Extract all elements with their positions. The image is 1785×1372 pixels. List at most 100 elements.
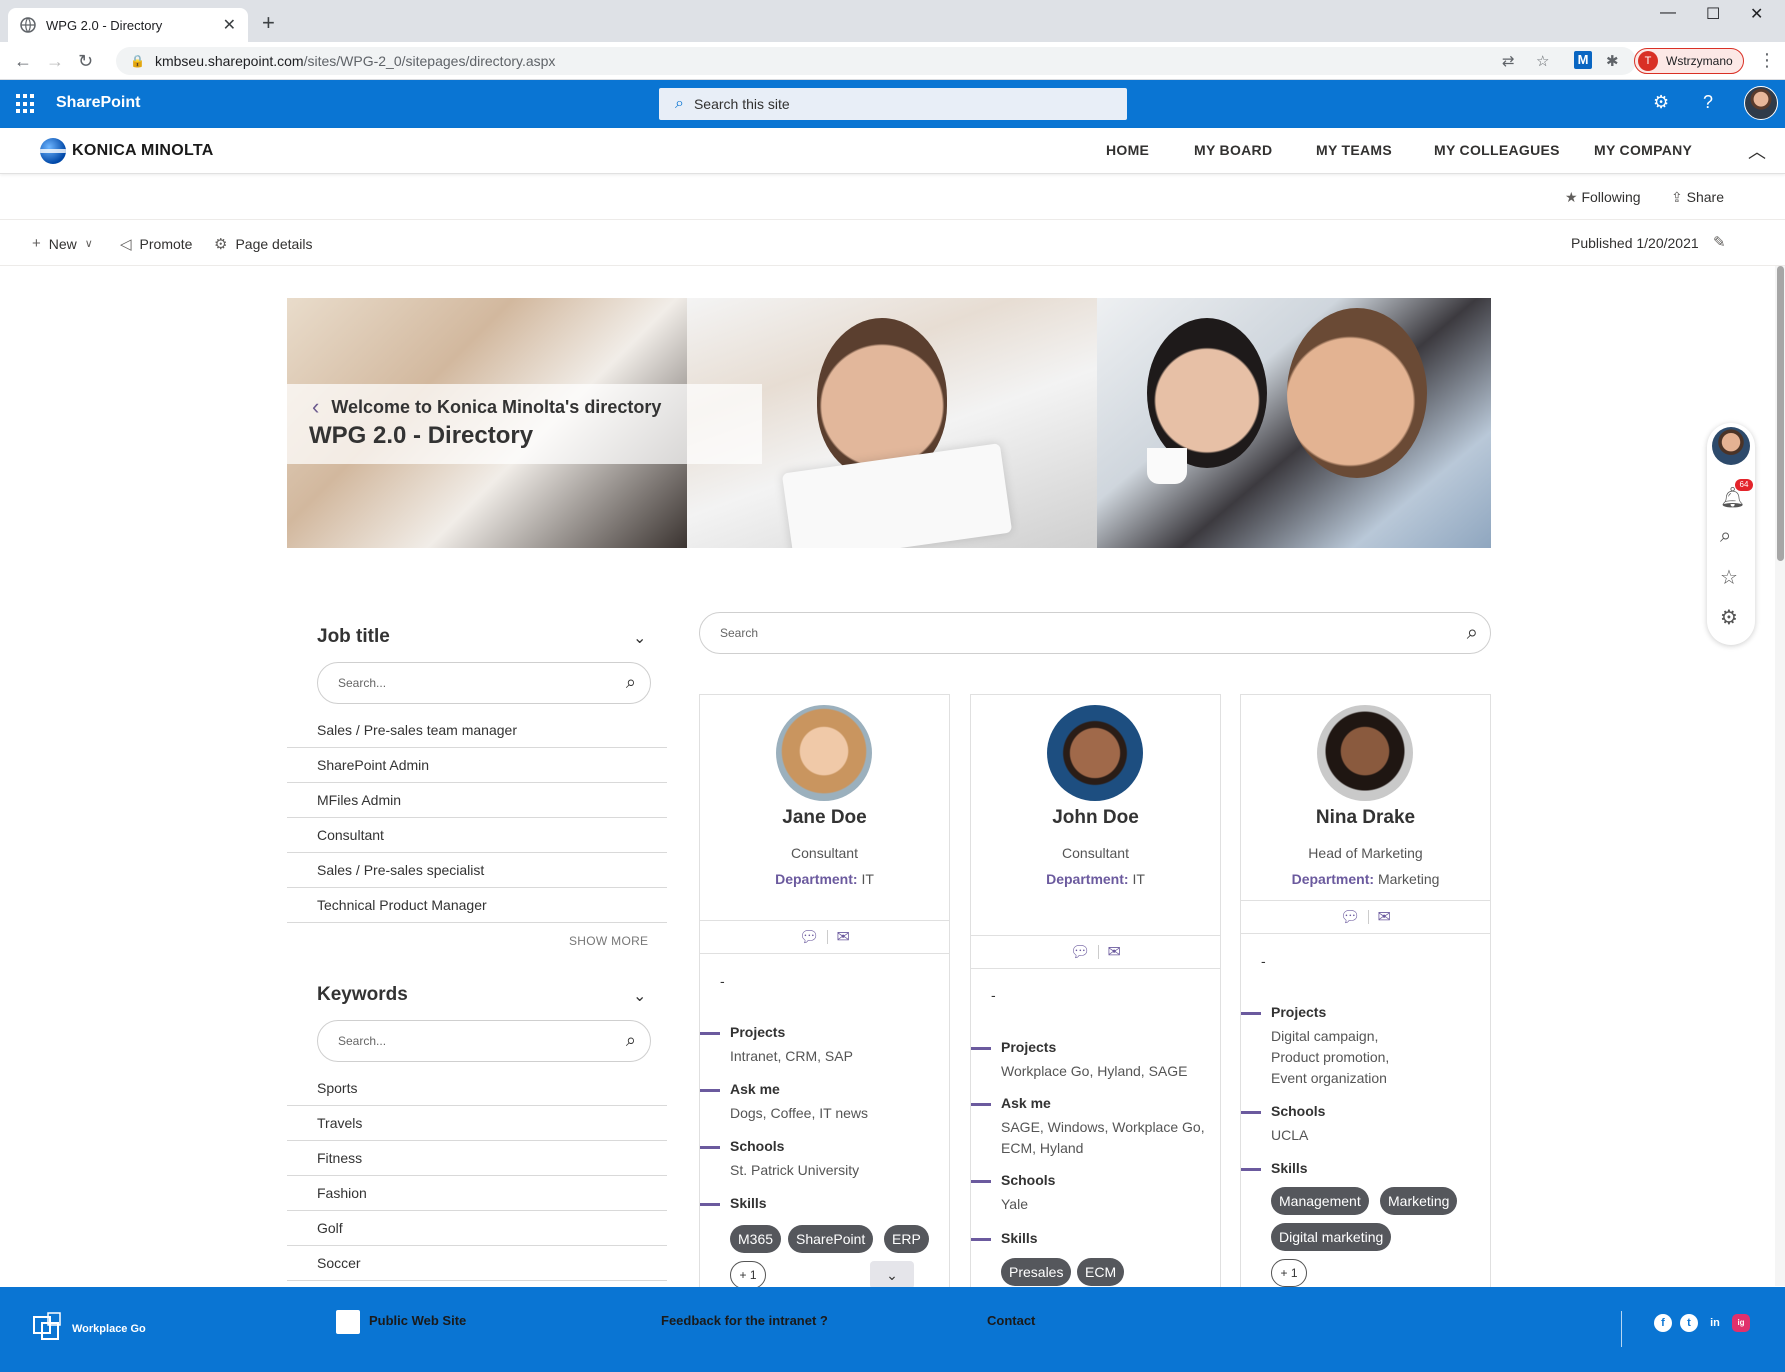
skill-chip[interactable]: ERP <box>884 1225 929 1253</box>
browser-profile-button[interactable]: T Wstrzymano <box>1634 48 1744 74</box>
chat-icon[interactable]: 💬︎ <box>799 927 819 947</box>
job-title-option[interactable]: SharePoint Admin <box>287 748 667 783</box>
gear-icon: ⚙ <box>214 236 228 253</box>
job-title-search-input[interactable]: Search... ⌕ <box>317 662 651 704</box>
skills-heading: Skills <box>700 1195 767 1211</box>
reload-icon[interactable]: ↻ <box>78 51 93 72</box>
forward-icon[interactable]: → <box>46 51 64 72</box>
twitter-icon[interactable]: t <box>1680 1314 1698 1332</box>
toolbar-search-icon[interactable]: ⌕ <box>1720 525 1731 548</box>
public-web-site-link[interactable]: Public Web Site <box>369 1313 466 1328</box>
job-title-option[interactable]: Sales / Pre-sales team manager <box>287 713 667 748</box>
settings-gear-icon[interactable]: ⚙ <box>1653 92 1669 113</box>
job-title-option[interactable]: Technical Product Manager <box>287 888 667 923</box>
url-field[interactable]: 🔒 kmbseu.sharepoint.com /sites/WPG-2_0/s… <box>116 47 1636 75</box>
keywords-chevron-down-icon[interactable]: ⌄ <box>633 986 646 1006</box>
skill-chip[interactable]: ECM <box>1077 1258 1125 1286</box>
translate-icon[interactable]: ⇄ <box>1502 52 1515 70</box>
nav-my-colleagues[interactable]: MY COLLEAGUES <box>1434 142 1560 158</box>
collapse-header-icon[interactable]: ︿ <box>1748 138 1766 164</box>
skill-chip[interactable]: Presales <box>1001 1258 1072 1286</box>
nav-my-teams[interactable]: MY TEAMS <box>1316 142 1392 158</box>
mail-icon[interactable]: ✉ <box>1107 942 1120 962</box>
window-close-icon[interactable]: ✕ <box>1750 4 1763 24</box>
sharepoint-brand[interactable]: SharePoint <box>56 94 140 112</box>
search-icon[interactable]: ⌕ <box>1467 622 1478 645</box>
chat-icon[interactable]: 💬︎ <box>1070 942 1090 962</box>
search-icon[interactable]: ⌕ <box>626 1030 636 1051</box>
scrollbar-thumb[interactable] <box>1777 266 1784 561</box>
mail-icon[interactable]: ✉ <box>836 927 849 947</box>
skill-chip[interactable]: Marketing <box>1380 1187 1458 1215</box>
linkedin-icon[interactable]: in <box>1706 1314 1724 1332</box>
app-launcher-icon[interactable] <box>16 94 36 114</box>
close-tab-icon[interactable]: ✕ <box>223 15 236 35</box>
keywords-search-input[interactable]: Search... ⌕ <box>317 1020 651 1062</box>
job-title-chevron-down-icon[interactable]: ⌄ <box>633 628 646 648</box>
back-icon[interactable]: ← <box>14 51 32 72</box>
browser-menu-icon[interactable]: ⋮ <box>1758 50 1776 71</box>
skill-chip[interactable]: M365 <box>730 1225 782 1253</box>
person-card[interactable]: Jane Doe Consultant Department: IT 💬︎ ✉ -… <box>699 694 950 1294</box>
people-search-input[interactable]: Search ⌕ <box>699 612 1491 654</box>
konica-minolta-logo[interactable]: KONICA MINOLTA <box>40 138 214 164</box>
feedback-link[interactable]: Feedback for the intranet ? <box>661 1313 828 1328</box>
workplace-go-brand[interactable]: Workplace Go <box>72 1323 146 1335</box>
edit-pencil-icon[interactable]: ✎ <box>1713 233 1726 251</box>
browser-tab[interactable]: WPG 2.0 - Directory ✕ <box>8 8 248 42</box>
promote-button[interactable]: ◁ Promote <box>120 235 192 253</box>
toolbar-avatar[interactable] <box>1712 427 1750 465</box>
nav-home[interactable]: HOME <box>1106 142 1149 158</box>
show-more-button[interactable]: SHOW MORE <box>569 934 648 948</box>
skill-chip[interactable]: SharePoint <box>788 1225 874 1253</box>
instagram-icon[interactable]: ig <box>1732 1314 1750 1332</box>
puzzle-extensions-icon[interactable]: ✱ <box>1606 52 1619 70</box>
projects-value: Digital campaign, Product promotion, Eve… <box>1271 1028 1390 1086</box>
extension-m-icon[interactable]: M <box>1574 51 1592 69</box>
following-button[interactable]: ★ Following <box>1565 189 1641 206</box>
person-card[interactable]: Nina Drake Head of Marketing Department:… <box>1240 694 1491 1294</box>
site-search-box[interactable]: ⌕ Search this site <box>659 88 1127 120</box>
keyword-option[interactable]: Sports <box>287 1071 667 1106</box>
job-title-option[interactable]: MFiles Admin <box>287 783 667 818</box>
expand-card-chevron-icon[interactable]: ⌄ <box>870 1261 914 1289</box>
person-card[interactable]: John Doe Consultant Department: IT 💬︎ ✉ -… <box>970 694 1221 1294</box>
keyword-option[interactable]: Golf <box>287 1211 667 1246</box>
maximize-icon[interactable]: ☐ <box>1706 4 1720 24</box>
chat-icon[interactable]: 💬︎ <box>1340 907 1360 927</box>
mail-icon[interactable]: ✉ <box>1377 907 1390 927</box>
skill-chip[interactable]: Management <box>1271 1187 1369 1215</box>
facebook-icon[interactable]: f <box>1654 1314 1672 1332</box>
job-title-option[interactable]: Sales / Pre-sales specialist <box>287 853 667 888</box>
workplace-go-logo-icon[interactable] <box>32 1311 66 1345</box>
person-name[interactable]: John Doe <box>971 807 1220 829</box>
card-placeholder-dash: - <box>720 973 725 989</box>
minimize-icon[interactable]: — <box>1660 4 1676 22</box>
nav-my-board[interactable]: MY BOARD <box>1194 142 1272 158</box>
more-skills-button[interactable]: + 1 <box>730 1261 766 1289</box>
person-name[interactable]: Nina Drake <box>1241 807 1490 829</box>
keyword-option[interactable]: Travels <box>287 1106 667 1141</box>
job-title-option[interactable]: Consultant <box>287 818 667 853</box>
contact-link[interactable]: Contact <box>987 1313 1035 1328</box>
keyword-option[interactable]: Soccer <box>287 1246 667 1281</box>
account-avatar[interactable] <box>1744 86 1778 120</box>
share-button[interactable]: ⇪ Share <box>1671 189 1724 206</box>
bookmark-star-icon[interactable]: ☆ <box>1536 52 1549 70</box>
nav-my-company[interactable]: MY COMPANY <box>1594 142 1692 158</box>
help-icon[interactable]: ? <box>1703 92 1713 113</box>
keyword-option[interactable]: Fashion <box>287 1176 667 1211</box>
toolbar-star-icon[interactable]: ☆ <box>1720 565 1738 590</box>
page-details-button[interactable]: ⚙ Page details <box>214 235 313 253</box>
hero-subtitle[interactable]: ‹ Welcome to Konica Minolta's directory <box>312 394 661 420</box>
more-skills-button[interactable]: + 1 <box>1271 1259 1307 1287</box>
skill-chip[interactable]: Digital marketing <box>1271 1223 1392 1251</box>
search-icon[interactable]: ⌕ <box>626 672 636 693</box>
person-name[interactable]: Jane Doe <box>700 807 949 829</box>
new-tab-icon[interactable]: + <box>262 10 275 36</box>
new-button[interactable]: + New ∨ <box>32 235 101 252</box>
back-chevron-icon[interactable]: ‹ <box>312 394 319 420</box>
keyword-option[interactable]: Fitness <box>287 1141 667 1176</box>
toolbar-settings-icon[interactable]: ⚙ <box>1720 605 1738 630</box>
projects-heading: Projects <box>700 1024 786 1040</box>
